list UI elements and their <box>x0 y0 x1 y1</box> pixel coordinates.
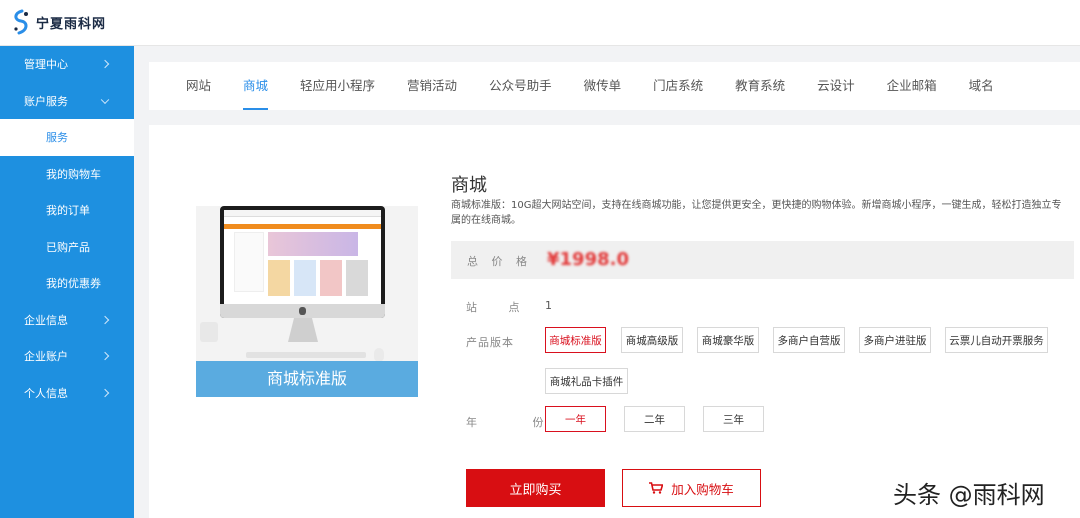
sidebar-item-label: 企业账户 <box>24 350 68 364</box>
add-to-cart-button[interactable]: 加入购物车 <box>622 469 761 507</box>
version-option-luxury[interactable]: 商城豪华版 <box>697 327 759 353</box>
add-to-cart-label: 加入购物车 <box>671 481 734 497</box>
chevron-right-icon <box>100 315 110 324</box>
tab-domain[interactable]: 域名 <box>969 62 994 110</box>
product-image-caption: 商城标准版 <box>196 361 418 397</box>
chevron-right-icon <box>100 60 110 69</box>
tab-cloud-design[interactable]: 云设计 <box>817 62 855 110</box>
version-option-standard[interactable]: 商城标准版 <box>545 327 606 353</box>
price-row: 总 价 格 ¥1998.0 <box>451 241 1074 279</box>
sidebar-item-label: 我的订单 <box>46 204 90 218</box>
sidebar-item-my-orders[interactable]: 我的订单 <box>0 192 134 229</box>
chevron-down-icon <box>100 95 110 104</box>
apple-logo-icon <box>299 307 306 315</box>
imac-illustration <box>220 206 385 318</box>
price-label: 总 价 格 <box>467 255 532 268</box>
tab-store-system[interactable]: 门店系统 <box>653 62 703 110</box>
version-option-auto-invoice[interactable]: 云票儿自动开票服务 <box>945 327 1048 353</box>
sidebar-item-my-coupons[interactable]: 我的优惠券 <box>0 265 134 302</box>
sidebar-item-management-center[interactable]: 管理中心 <box>0 46 134 83</box>
price-value: ¥1998.0 <box>547 249 629 270</box>
logo-icon <box>14 9 28 35</box>
product-description: 商城标准版：10G超大网站空间，支持在线商城功能，让您提供更安全，更快捷的购物体… <box>451 200 1062 226</box>
tab-mini-program[interactable]: 轻应用小程序 <box>300 62 375 110</box>
tab-education-system[interactable]: 教育系统 <box>735 62 785 110</box>
version-option-multi-merchant-settled[interactable]: 多商户进驻版 <box>859 327 931 353</box>
sidebar-item-label: 企业信息 <box>24 313 68 327</box>
watermark-text: 头条 @雨科网 <box>893 481 1045 509</box>
tab-website[interactable]: 网站 <box>186 62 211 110</box>
sidebar-item-label: 我的购物车 <box>46 167 101 181</box>
sidebar-item-label: 账户服务 <box>24 94 68 108</box>
buy-now-button[interactable]: 立即购买 <box>466 469 605 507</box>
logo-text: 宁夏雨科网 <box>36 16 107 32</box>
version-label: 产品版本 <box>466 336 514 349</box>
sidebar-item-label: 已购产品 <box>46 240 90 254</box>
cart-icon <box>649 482 664 494</box>
logo[interactable]: 宁夏雨科网 <box>10 9 106 35</box>
chevron-right-icon <box>100 352 110 361</box>
year-option-3[interactable]: 三年 <box>703 406 764 432</box>
sidebar: 管理中心 账户服务 服务 我的购物车 我的订单 已购产品 我的优惠券 企业信息 … <box>0 46 134 518</box>
sidebar-item-account-services[interactable]: 账户服务 <box>0 83 134 120</box>
sidebar-item-purchased-products[interactable]: 已购产品 <box>0 228 134 265</box>
sidebar-item-label: 管理中心 <box>24 58 68 72</box>
chevron-right-icon <box>100 388 110 397</box>
version-option-multi-merchant-self[interactable]: 多商户自营版 <box>773 327 845 353</box>
product-title: 商城 <box>451 175 487 196</box>
sidebar-item-personal-info[interactable]: 个人信息 <box>0 375 134 412</box>
sites-label: 站 点 <box>466 301 534 314</box>
version-option-advanced[interactable]: 商城高级版 <box>621 327 683 353</box>
year-option-2[interactable]: 二年 <box>624 406 685 432</box>
sidebar-item-company-account[interactable]: 企业账户 <box>0 338 134 375</box>
sidebar-item-company-info[interactable]: 企业信息 <box>0 302 134 339</box>
sidebar-item-my-cart[interactable]: 我的购物车 <box>0 155 134 192</box>
tab-micro-flyer[interactable]: 微传单 <box>584 62 622 110</box>
sidebar-item-label: 我的优惠券 <box>46 277 101 291</box>
tab-marketing[interactable]: 营销活动 <box>407 62 457 110</box>
product-category-tabs: 网站 商城 轻应用小程序 营销活动 公众号助手 微传单 门店系统 教育系统 云设… <box>149 62 1080 110</box>
sites-value: 1 <box>545 299 552 312</box>
sidebar-item-label: 个人信息 <box>24 386 68 400</box>
tab-mall[interactable]: 商城 <box>243 62 269 110</box>
year-option-1[interactable]: 一年 <box>545 406 606 432</box>
top-header: 宁夏雨科网 <box>0 0 1080 46</box>
sidebar-item-services[interactable]: 服务 <box>0 119 134 156</box>
version-option-gift-card-plugin[interactable]: 商城礼品卡插件 <box>545 368 628 394</box>
product-image: 商城标准版 <box>196 206 418 397</box>
sidebar-item-label: 服务 <box>46 131 68 145</box>
tab-enterprise-mail[interactable]: 企业邮箱 <box>887 62 937 110</box>
tab-official-account[interactable]: 公众号助手 <box>489 62 552 110</box>
